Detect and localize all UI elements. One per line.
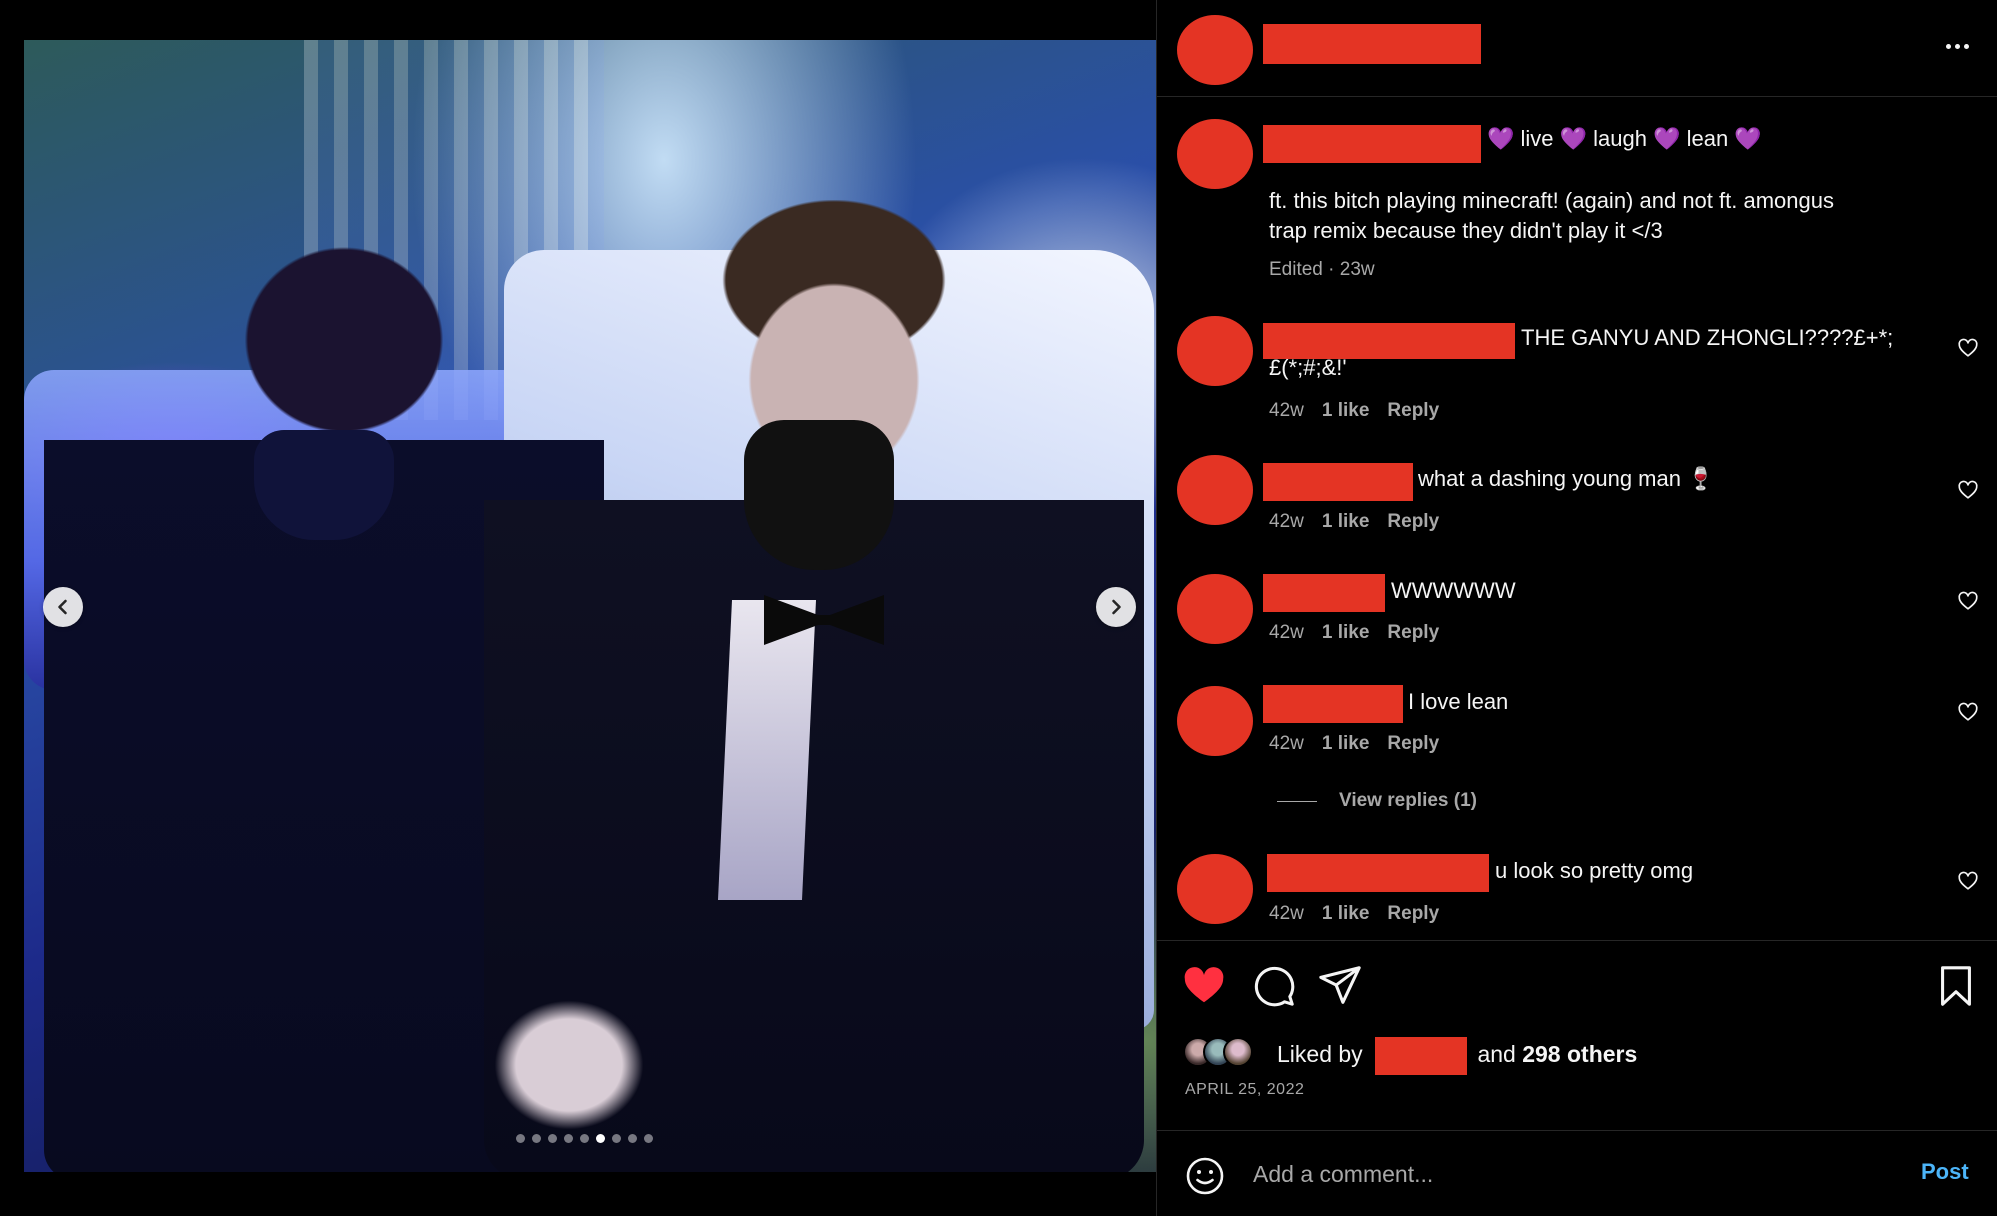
add-comment-bar: Post — [1157, 1130, 1997, 1216]
comment-time: 42w — [1269, 903, 1304, 924]
chevron-right-icon — [1112, 599, 1121, 615]
comment-reply-button[interactable]: Reply — [1387, 400, 1439, 421]
comments-list: 💜 live 💜 laugh 💜 lean 💜 ft. this bitch p… — [1157, 97, 1997, 940]
comment-like-heart-icon[interactable] — [1957, 337, 1979, 359]
author-avatar[interactable] — [1177, 15, 1253, 85]
comment-avatar[interactable] — [1177, 574, 1253, 644]
liker-avatar — [1223, 1037, 1253, 1067]
comment-username-redacted[interactable] — [1267, 854, 1489, 892]
carousel-dot — [516, 1134, 525, 1143]
liked-by-prefix: Liked by — [1277, 1041, 1363, 1068]
liked-by-summary[interactable]: Liked by and 298 others — [1277, 1037, 1637, 1075]
comment-icon[interactable] — [1251, 963, 1297, 1009]
comment-text: THE GANYU AND ZHONGLI????£+*; — [1521, 325, 1894, 350]
comment-avatar[interactable] — [1177, 854, 1253, 924]
carousel-dot — [532, 1134, 541, 1143]
post-comment-button[interactable]: Post — [1921, 1159, 1969, 1185]
comment-like-heart-icon[interactable] — [1957, 479, 1979, 501]
comment-text: WWWWWW — [1391, 578, 1516, 603]
comment-like-heart-icon[interactable] — [1957, 701, 1979, 723]
comment-meta: 42w 1 like Reply — [1269, 400, 1439, 422]
carousel-dot — [612, 1134, 621, 1143]
carousel-dot — [596, 1134, 605, 1143]
carousel-dot — [628, 1134, 637, 1143]
more-options-button[interactable] — [1937, 26, 1977, 66]
comment-like-heart-icon[interactable] — [1957, 590, 1979, 612]
comment-text: u look so pretty omg — [1495, 858, 1694, 883]
comment-avatar[interactable] — [1177, 455, 1253, 525]
chevron-left-icon — [58, 599, 67, 615]
carousel-dot — [548, 1134, 557, 1143]
comment-text-line2: £(*;#;&!' — [1269, 355, 1347, 380]
comment-avatar[interactable] — [1177, 316, 1253, 386]
comment-reply-button[interactable]: Reply — [1387, 733, 1439, 754]
comment-meta: 42w 1 like Reply — [1269, 511, 1439, 533]
bookmark-icon[interactable] — [1933, 963, 1979, 1009]
caption-headline: 💜 live 💜 laugh 💜 lean 💜 — [1487, 126, 1762, 151]
carousel-dot — [644, 1134, 653, 1143]
comment-meta: 42w 1 like Reply — [1269, 622, 1439, 644]
comment-reply-button[interactable]: Reply — [1387, 622, 1439, 643]
photo-mask-left — [254, 430, 394, 540]
post-side-panel: 💜 live 💜 laugh 💜 lean 💜 ft. this bitch p… — [1156, 0, 1997, 1216]
comment-like-heart-icon[interactable] — [1957, 870, 1979, 892]
liker-username-redacted[interactable] — [1375, 1037, 1468, 1075]
caption-body-line2: trap remix because they didn't play it <… — [1269, 218, 1663, 243]
comment-input[interactable] — [1253, 1153, 1873, 1195]
view-replies-divider — [1277, 800, 1317, 802]
comment-text: I love lean — [1408, 689, 1509, 714]
caption-time: 23w — [1339, 259, 1375, 280]
comment-time: 42w — [1269, 622, 1304, 643]
instagram-post-view: 💜 live 💜 laugh 💜 lean 💜 ft. this bitch p… — [0, 0, 1997, 1216]
post-date: APRIL 25, 2022 — [1185, 1081, 1305, 1098]
liker-avatars[interactable] — [1183, 1034, 1253, 1070]
more-horizontal-icon-dot — [1954, 43, 1960, 49]
comment-like-count[interactable]: 1 like — [1322, 400, 1370, 421]
caption-edited-label: Edited — [1269, 259, 1323, 280]
photo-hands — [494, 1000, 644, 1130]
post-actions: Liked by and 298 others APRIL 25, 2022 — [1157, 940, 1997, 1130]
liked-by-and: and — [1477, 1041, 1516, 1068]
caption-username-redacted[interactable] — [1263, 125, 1481, 163]
heart-filled-icon[interactable] — [1181, 963, 1227, 1009]
comment-like-count[interactable]: 1 like — [1322, 903, 1370, 924]
caption-meta: Edited · 23w — [1269, 259, 1375, 281]
comment-like-count[interactable]: 1 like — [1322, 622, 1370, 643]
view-replies-button[interactable]: View replies (1) — [1277, 790, 1477, 812]
comment-time: 42w — [1269, 511, 1304, 532]
more-horizontal-icon-dot — [1945, 43, 1951, 49]
comment-like-count[interactable]: 1 like — [1322, 511, 1370, 532]
comment-avatar[interactable] — [1177, 686, 1253, 756]
carousel-dot — [564, 1134, 573, 1143]
caption-separator: · — [1322, 259, 1340, 280]
comment-like-count[interactable]: 1 like — [1322, 733, 1370, 754]
post-photo[interactable] — [24, 40, 1156, 1172]
carousel-prev-button[interactable] — [43, 587, 83, 627]
more-horizontal-icon-dot — [1963, 43, 1969, 49]
comment-username-redacted[interactable] — [1263, 463, 1413, 501]
caption-author-avatar[interactable] — [1177, 119, 1253, 189]
author-username-redacted[interactable] — [1263, 24, 1481, 64]
carousel-dot — [580, 1134, 589, 1143]
carousel-next-button[interactable] — [1096, 587, 1136, 627]
comment-text: what a dashing young man 🍷 — [1418, 466, 1715, 491]
comment-reply-button[interactable]: Reply — [1387, 903, 1439, 924]
comment-reply-button[interactable]: Reply — [1387, 511, 1439, 532]
comment-time: 42w — [1269, 400, 1304, 421]
comment-meta: 42w 1 like Reply — [1269, 733, 1439, 755]
comment-username-redacted[interactable] — [1263, 574, 1385, 612]
post-header — [1157, 0, 1997, 97]
comment-meta: 42w 1 like Reply — [1269, 903, 1439, 925]
comment-username-redacted[interactable] — [1263, 685, 1403, 723]
view-replies-label: View replies (1) — [1339, 790, 1477, 811]
comment-time: 42w — [1269, 733, 1304, 754]
smiley-icon[interactable] — [1185, 1156, 1225, 1196]
caption-body-line1: ft. this bitch playing minecraft! (again… — [1269, 188, 1834, 213]
send-icon[interactable] — [1317, 963, 1363, 1009]
liked-by-count[interactable]: 298 others — [1522, 1041, 1637, 1067]
photo-mask-right — [744, 420, 894, 570]
